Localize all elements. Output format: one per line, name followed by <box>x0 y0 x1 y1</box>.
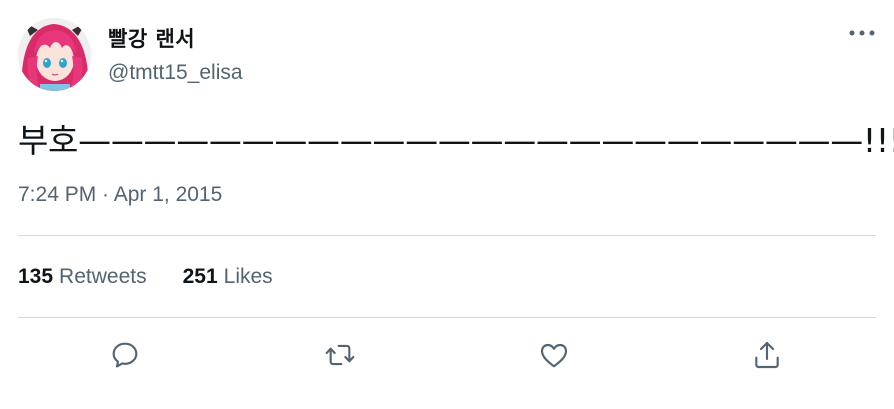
like-button[interactable] <box>532 333 576 377</box>
user-handle[interactable]: @tmtt15_elisa <box>108 61 243 85</box>
likes-stat[interactable]: 251 Likes <box>183 265 273 289</box>
avatar[interactable] <box>18 18 91 91</box>
display-name[interactable]: 빨강 랜서 <box>108 23 195 53</box>
share-button[interactable] <box>745 333 789 377</box>
share-icon <box>755 341 779 369</box>
reply-button[interactable] <box>103 333 147 377</box>
tweet-timestamp[interactable]: 7:24 PM · Apr 1, 2015 <box>18 183 222 207</box>
reply-icon <box>112 342 138 368</box>
retweets-label: Retweets <box>59 265 147 288</box>
retweets-stat[interactable]: 135 Retweets <box>18 265 147 289</box>
tweet-stats: 135 Retweets 251 Likes <box>18 265 273 289</box>
more-dots-icon <box>849 30 875 36</box>
like-icon <box>540 343 568 368</box>
action-bar <box>0 333 894 377</box>
tweet-text: 부호————————————————————————!!!!? <box>18 121 894 160</box>
divider <box>18 317 876 318</box>
retweet-icon <box>325 344 355 366</box>
retweet-button[interactable] <box>318 333 362 377</box>
divider <box>18 235 876 236</box>
likes-label: Likes <box>223 265 273 288</box>
tweet-card: 빨강 랜서 @tmtt15_elisa 부호——————————————————… <box>0 0 894 409</box>
retweets-count: 135 <box>18 265 54 288</box>
avatar-image <box>18 18 91 91</box>
likes-count: 251 <box>182 265 218 288</box>
more-options-button[interactable] <box>846 22 878 44</box>
